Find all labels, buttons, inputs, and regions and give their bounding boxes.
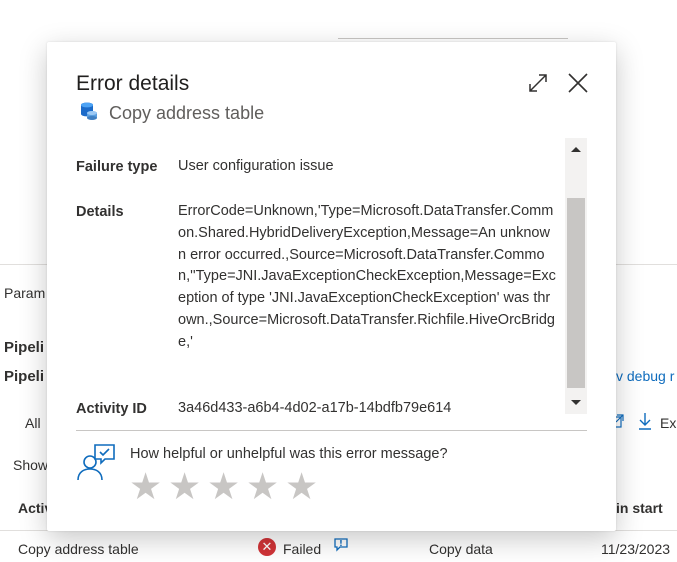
star-icon[interactable]: ★: [129, 467, 162, 507]
chat-bubble-icon[interactable]: !: [333, 537, 349, 553]
failure-type-label: Failure type: [76, 159, 158, 175]
download-icon[interactable]: [637, 412, 653, 430]
details-value: ErrorCode=Unknown,'Type=Microsoft.DataTr…: [178, 203, 556, 350]
dialog-subtitle: Copy address table: [109, 103, 265, 123]
error-content-scroll-area[interactable]: Failure type User configuration issue De…: [76, 138, 556, 424]
scroll-down-arrow-icon[interactable]: [565, 392, 587, 414]
error-icon: ✕: [258, 538, 276, 556]
star-icon[interactable]: ★: [168, 467, 201, 507]
details-label: Details: [76, 204, 124, 220]
close-icon[interactable]: [567, 72, 589, 94]
export-button[interactable]: Ex: [660, 415, 676, 431]
pipeline-label: Pipeli: [4, 339, 45, 356]
scrollbar-thumb[interactable]: [567, 198, 585, 388]
star-icon[interactable]: ★: [246, 467, 279, 507]
error-details-dialog: Error details Copy address table Failure…: [47, 42, 616, 531]
feedback-divider: [76, 430, 587, 431]
status-cell: Failed: [283, 541, 322, 557]
expand-icon[interactable]: [527, 72, 549, 94]
dialog-title: Error details: [76, 72, 190, 95]
background-border: [338, 38, 568, 39]
show-label: Show: [13, 457, 49, 473]
feedback-question: How helpful or unhelpful was this error …: [130, 446, 448, 462]
star-icon[interactable]: ★: [207, 467, 240, 507]
vertical-scrollbar[interactable]: [565, 138, 587, 414]
activity-id-label: Activity ID: [76, 401, 147, 417]
failure-type-value: User configuration issue: [178, 158, 334, 174]
star-rating[interactable]: ★ ★ ★ ★ ★: [129, 467, 318, 507]
view-debug-link[interactable]: v debug r: [616, 368, 674, 384]
parameters-tab[interactable]: Param: [4, 285, 45, 301]
star-icon[interactable]: ★: [285, 467, 318, 507]
svg-text:!: !: [339, 539, 343, 548]
column-header-run-start[interactable]: in start: [616, 500, 663, 516]
run-start-cell: 11/23/2023: [601, 541, 671, 557]
scroll-up-arrow-icon[interactable]: [565, 138, 587, 160]
feedback-person-icon: [77, 444, 115, 481]
activity-name-cell[interactable]: Copy address table: [18, 541, 139, 557]
activity-id-value: 3a46d433-a6b4-4d02-a17b-14bdfb79e614: [178, 400, 452, 416]
database-icon: [81, 102, 97, 120]
pipeline-run-label: Pipeli: [4, 368, 45, 385]
activity-type-cell: Copy data: [429, 541, 493, 557]
filter-all[interactable]: All: [25, 415, 41, 431]
